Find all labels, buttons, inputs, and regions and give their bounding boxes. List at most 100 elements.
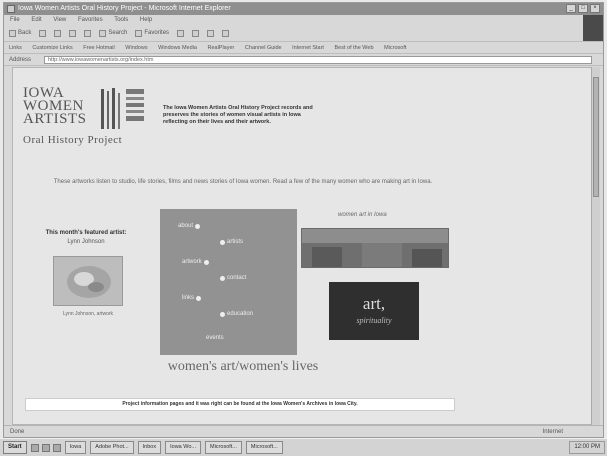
favorites-button[interactable]: Favorites [135,26,169,41]
ie-icon [7,5,15,13]
back-button[interactable]: Back [9,26,31,41]
site-logo[interactable]: IOWA WOMEN ARTISTS Oral History Project [23,83,163,163]
nav-label: links [182,295,195,301]
vertical-scrollbar[interactable] [591,67,600,425]
link-item[interactable]: Microsoft [384,45,406,51]
minimize-button[interactable]: _ [566,4,576,13]
desktop-icon[interactable] [30,443,39,452]
stop-button[interactable] [54,26,62,41]
link-item[interactable]: Windows [125,45,147,51]
toolbar: Back Search Favorites [4,26,582,41]
nav-label: artwork [182,259,202,265]
task-button[interactable]: Microsoft... [205,441,242,454]
art-subtitle: spirituality [356,316,392,325]
browser-window: Iowa Women Artists Oral History Project … [3,2,604,438]
link-item[interactable]: Channel Guide [245,45,282,51]
featured-artwork-image[interactable] [53,256,123,306]
page-viewport: IOWA WOMEN ARTISTS Oral History Project … [12,67,596,425]
history-icon [177,30,185,37]
artwork-thumbnail [67,266,111,298]
women-art-label: women art in Iowa [338,212,387,218]
history-button[interactable] [177,26,185,41]
ie-icon[interactable] [41,443,50,452]
bottom-title: women's art/women's lives [167,359,319,374]
forward-button[interactable] [39,26,47,41]
address-bar: Address http://www.iowawomenartists.org/… [4,53,603,66]
start-button[interactable]: Start [3,441,27,454]
link-item[interactable]: Free Hotmail [83,45,114,51]
bullet-icon [203,259,209,265]
task-button[interactable]: Adobe Phot... [90,441,134,454]
taskbar: Start Iowa Adobe Phot... Inbox Iowa Wo..… [0,438,607,456]
bullet-icon [220,311,225,317]
art-spirituality-banner[interactable]: art, spirituality [329,282,419,340]
task-button[interactable]: Microsoft... [245,441,283,454]
search-button[interactable]: Search [99,26,127,41]
favorites-icon [135,30,143,37]
nav-item-about[interactable]: about [178,223,201,229]
featured-artist-link[interactable]: Lynn Johnson [31,239,141,245]
bullet-icon [220,275,225,281]
edit-icon [222,30,230,37]
bullet-icon [195,223,201,229]
nav-item-artists[interactable]: artists [220,239,243,245]
menu-file[interactable]: File [10,17,20,23]
nav-label: about [178,223,194,229]
system-tray-clock: 12:00 PM [569,441,605,454]
back-icon [9,30,16,37]
menu-edit[interactable]: Edit [31,17,41,23]
nav-item-contact[interactable]: contact [220,275,246,281]
link-item[interactable]: Best of the Web [334,45,373,51]
home-icon [84,30,92,37]
window-controls: _ □ × [566,4,600,13]
nav-item-events[interactable]: events [206,335,224,341]
stop-icon [54,30,62,37]
nav-item-links[interactable]: links [182,295,202,301]
favorites-label: Favorites [144,30,170,36]
link-item[interactable]: Customize Links [32,45,72,51]
mail-button[interactable] [192,26,200,41]
search-label: Search [108,30,128,36]
menu-help[interactable]: Help [140,17,152,23]
security-zone: Internet [542,429,563,435]
site-description: The Iowa Women Artists Oral History Proj… [163,105,313,125]
nav-item-education[interactable]: education [220,311,253,317]
status-text: Done [10,429,25,435]
task-button[interactable]: Iowa Wo... [165,441,201,454]
task-button[interactable]: Iowa [64,441,87,454]
featured-caption: Lynn Johnson, artwork [62,311,114,317]
address-input[interactable]: http://www.iowawomenartists.org/index.ht… [44,56,592,64]
women-art-image[interactable] [301,228,449,268]
task-button[interactable]: Inbox [137,441,162,454]
print-icon [207,30,215,37]
links-label: Links [9,45,22,51]
maximize-button[interactable]: □ [578,4,588,13]
outlook-icon[interactable] [52,443,61,452]
nav-label: events [206,335,224,341]
quick-launch [30,443,61,452]
nav-label: artists [227,239,244,245]
link-item[interactable]: Windows Media [158,45,197,51]
nav-panel: about artists artwork contact links educ… [160,209,297,355]
refresh-button[interactable] [69,26,77,41]
address-label: Address [9,57,32,63]
nav-label: contact [227,275,247,281]
nav-item-artwork[interactable]: artwork [182,259,209,265]
link-item[interactable]: Internet Start [292,45,324,51]
intro-text: These artworks listen to studio, life st… [53,179,433,185]
print-button[interactable] [207,26,215,41]
menu-favorites[interactable]: Favorites [78,17,103,23]
scrollbar-thumb[interactable] [593,77,599,197]
link-item[interactable]: RealPlayer [207,45,234,51]
footer-notice: Project information pages and it was rig… [25,398,455,411]
close-button[interactable]: × [590,4,600,13]
logo-subtitle: Oral History Project [23,134,123,146]
menu-tools[interactable]: Tools [114,17,128,23]
paintbrush-icon [101,88,144,129]
title-bar: Iowa Women Artists Oral History Project … [4,3,603,15]
forward-icon [39,30,47,37]
edit-button[interactable] [222,26,230,41]
home-button[interactable] [84,26,92,41]
search-icon [99,30,107,37]
menu-view[interactable]: View [53,17,66,23]
